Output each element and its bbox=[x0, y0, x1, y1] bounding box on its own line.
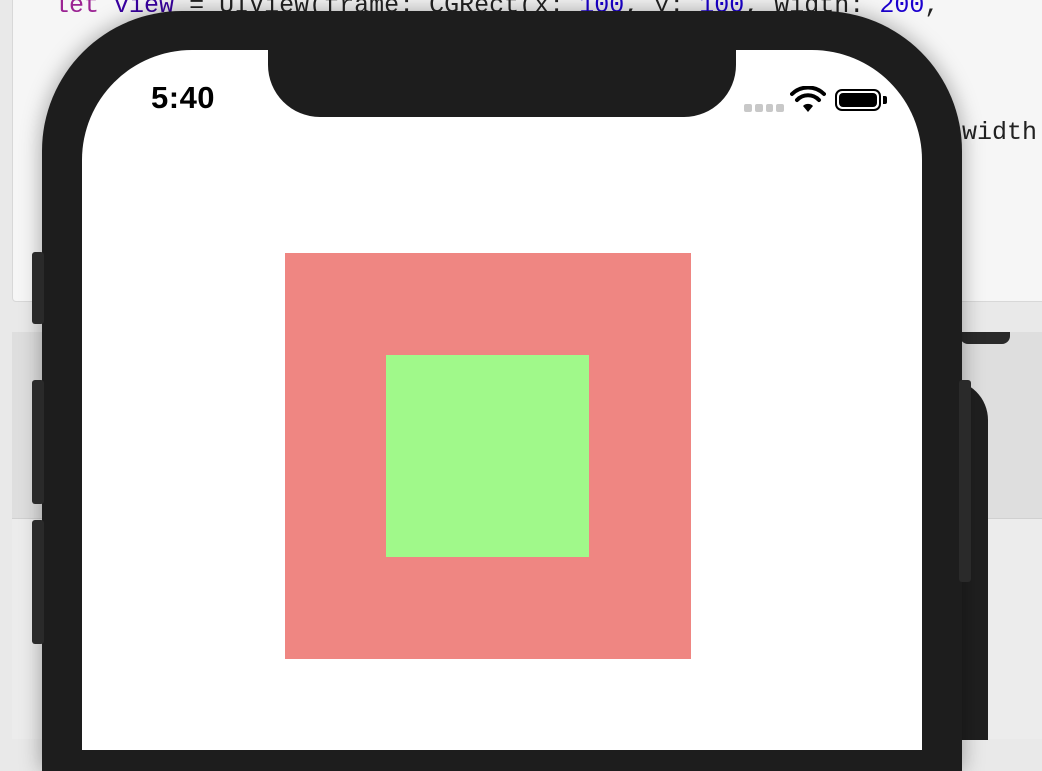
cellular-signal-icon bbox=[744, 104, 784, 112]
battery-level bbox=[839, 93, 877, 107]
divider bbox=[960, 332, 1010, 344]
inner-view bbox=[386, 355, 589, 557]
mute-switch bbox=[32, 252, 44, 324]
volume-up-button bbox=[32, 380, 44, 504]
code-arg: , bbox=[924, 0, 940, 20]
code-number-width: 200 bbox=[879, 0, 925, 20]
code-keyword: let bbox=[54, 0, 100, 20]
power-button bbox=[959, 380, 971, 582]
status-time: 5:40 bbox=[151, 80, 216, 115]
battery-tip bbox=[883, 96, 887, 104]
code-line: width bbox=[962, 118, 1038, 147]
wifi-icon bbox=[790, 86, 826, 112]
volume-down-button bbox=[32, 520, 44, 644]
notch bbox=[268, 40, 736, 117]
battery-icon bbox=[835, 89, 881, 111]
